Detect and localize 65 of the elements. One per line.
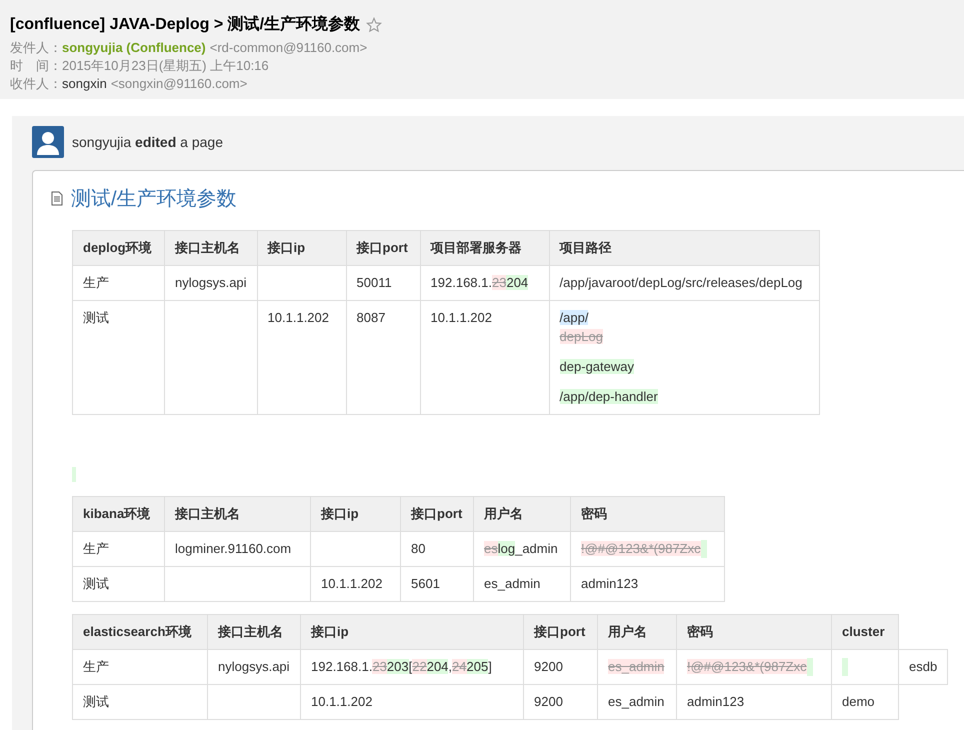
column-header: 用户名	[474, 496, 570, 532]
table-cell: 10.1.1.202	[268, 310, 329, 325]
email-subject: [confluence] JAVA-Deplog > 测试/生产环境参数	[10, 14, 360, 35]
table-cell: 10.1.1.202	[321, 576, 382, 591]
row-label: 测试	[83, 694, 109, 709]
row-label: 生产	[83, 541, 109, 556]
column-header: 用户名	[598, 614, 676, 650]
table-cell: 5601	[411, 576, 440, 591]
row-label: 测试	[83, 576, 109, 591]
star-icon[interactable]	[366, 16, 382, 32]
contact-name[interactable]: songyujia (Confluence)	[62, 40, 206, 55]
field-label: 发件人：	[10, 40, 62, 55]
table-cell: 192.168.1.23203[22204,24205]	[311, 659, 492, 674]
table-cell: es_admin	[608, 659, 664, 674]
email-address: <songxin@91160.com>	[110, 76, 248, 91]
table-cell: logminer.91160.com	[175, 541, 292, 556]
row-label: 测试	[83, 310, 109, 325]
column-header: 密码	[570, 496, 724, 532]
table-cell: esdb	[909, 659, 938, 674]
table-cell: nylogsys.api	[218, 659, 290, 674]
column-header: 接口主机名	[164, 496, 310, 532]
table-cell: demo	[842, 694, 875, 709]
column-header: kibana环境	[72, 496, 164, 532]
avatar-icon	[32, 126, 64, 158]
table-cell: 10.1.1.202	[430, 310, 492, 325]
table-cell: !@#@123&*(987Zxc	[687, 659, 807, 674]
table-cell: !@#@123&*(987Zxc	[581, 541, 701, 556]
table-cell: nylogsys.api	[175, 275, 247, 290]
table-cell: 192.168.1.23204	[430, 275, 528, 290]
table-cell: admin123	[687, 694, 744, 709]
sent-date: 2015年10月23日(星期五) 上午10:16	[62, 58, 269, 73]
field-label: 时 间：	[10, 58, 62, 73]
column-header: 接口ip	[257, 230, 346, 266]
table-cell: /app/javaroot/depLog/src/releases/depLog	[560, 275, 802, 290]
email-address: <rd-common@91160.com>	[210, 40, 368, 55]
column-header: 接口port	[400, 496, 474, 532]
row-label: 生产	[83, 275, 109, 290]
table-cell: 9200	[534, 659, 563, 674]
column-header: 接口主机名	[164, 230, 258, 266]
field-label: 收件人：	[10, 76, 62, 91]
row-label: 生产	[83, 659, 109, 674]
table-cell: es_admin	[608, 694, 664, 709]
column-header: 接口port	[346, 230, 420, 266]
table-cell: admin123	[581, 576, 638, 591]
column-header: 项目路径	[549, 230, 820, 266]
page-title[interactable]: 测试/生产环境参数	[71, 185, 237, 212]
column-header: 项目部署服务器	[420, 230, 550, 266]
table-cell: 9200	[534, 694, 563, 709]
table-cell: 50011	[356, 275, 392, 290]
document-icon	[51, 191, 63, 206]
column-header: deplog环境	[72, 230, 164, 266]
column-header: 接口主机名	[208, 614, 300, 650]
column-header: 接口ip	[310, 496, 400, 532]
table-cell: es_admin	[484, 576, 540, 591]
table-cell: 8087	[356, 310, 386, 325]
table-cell: eslog_admin	[484, 541, 558, 556]
column-header: 密码	[676, 614, 832, 650]
column-header: 接口ip	[300, 614, 524, 650]
column-header: elasticsearch环境	[72, 614, 208, 650]
table-cell: 10.1.1.202	[311, 694, 372, 709]
column-header: 接口port	[524, 614, 598, 650]
column-header: cluster	[832, 614, 898, 650]
activity-text: songyujia edited a page	[72, 134, 223, 150]
table-cell: 80	[411, 541, 426, 556]
contact-name[interactable]: songxin	[62, 76, 107, 91]
